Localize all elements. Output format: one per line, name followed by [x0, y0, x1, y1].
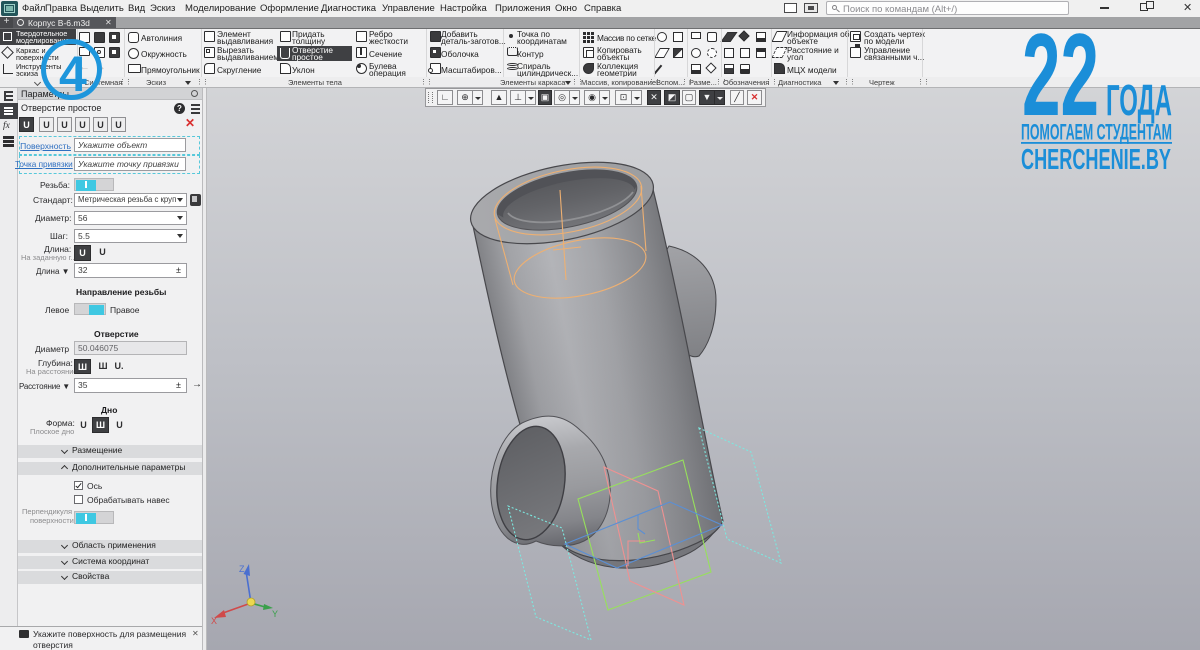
- svg-text:ПОМОГАЕМ СТУДЕНТАМ: ПОМОГАЕМ СТУДЕНТАМ: [1021, 120, 1172, 145]
- svg-text:Z: Z: [239, 564, 245, 574]
- svg-text:Y: Y: [272, 609, 278, 619]
- svg-text:ГОДА: ГОДА: [1106, 76, 1172, 125]
- svg-text:X: X: [211, 616, 217, 626]
- svg-text:CHERCHENIE.BY: CHERCHENIE.BY: [1021, 144, 1171, 176]
